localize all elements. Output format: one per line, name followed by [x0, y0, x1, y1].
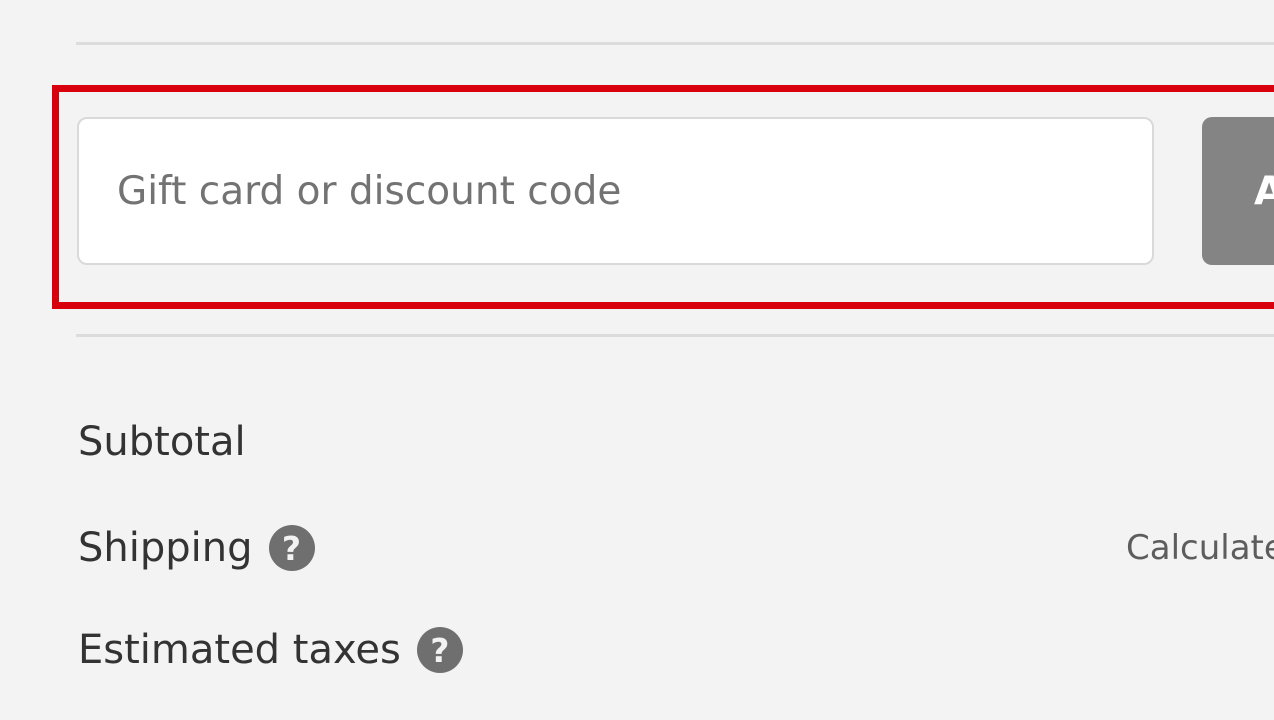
question-circle-icon[interactable]: ?: [416, 627, 463, 673]
shipping-row: Shipping ? Calculated at next step: [78, 518, 1274, 578]
estimated-taxes-label: Estimated taxes: [78, 627, 401, 673]
shipping-value: Calculated at next step: [1126, 528, 1274, 568]
shipping-label: Shipping: [78, 525, 253, 571]
apply-discount-button[interactable]: Apply: [1202, 117, 1274, 265]
checkout-order-summary: Apply Subtotal Shipping ? Calculated at …: [0, 0, 1274, 720]
discount-code-input[interactable]: [77, 117, 1154, 265]
subtotal-row: Subtotal: [78, 412, 1274, 472]
bottom-divider: [76, 334, 1274, 337]
question-circle-icon[interactable]: ?: [268, 525, 315, 571]
subtotal-label: Subtotal: [78, 419, 246, 465]
top-divider: [76, 42, 1274, 45]
estimated-taxes-row: Estimated taxes ?: [78, 620, 1274, 680]
